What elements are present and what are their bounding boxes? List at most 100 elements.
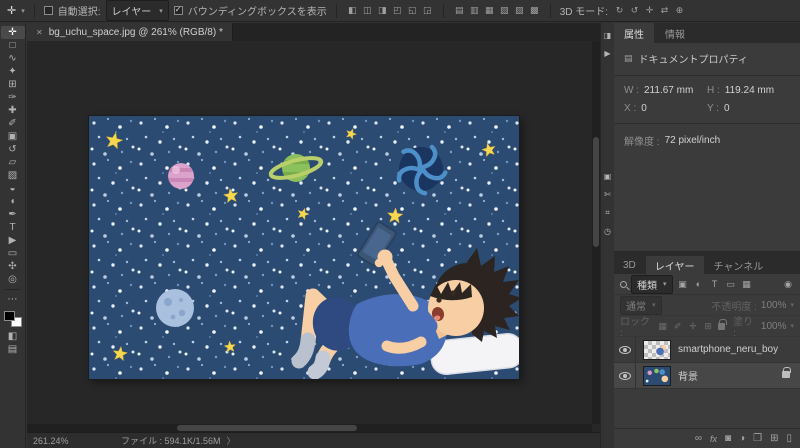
- tool-shape[interactable]: ▭: [1, 247, 25, 260]
- tool-history-brush[interactable]: ↺: [1, 143, 25, 156]
- layer-row-background[interactable]: 背景: [614, 363, 800, 389]
- new-layer-icon[interactable]: ⊞: [770, 433, 778, 444]
- tool-blur[interactable]: ◒: [1, 182, 25, 195]
- close-icon[interactable]: ✕: [36, 28, 43, 37]
- lock-transparency-icon[interactable]: ▦: [657, 321, 668, 332]
- tool-brush[interactable]: ✐: [1, 117, 25, 130]
- tab-properties[interactable]: 属性: [614, 23, 654, 43]
- color-swatches[interactable]: [3, 311, 22, 327]
- tool-quick-select[interactable]: ✦: [1, 65, 25, 78]
- align-top-icon[interactable]: ◰: [391, 5, 404, 16]
- collapsed-panel-icon-4[interactable]: ✄: [601, 190, 615, 199]
- tool-type[interactable]: T: [1, 221, 25, 234]
- vertical-scrollbar[interactable]: [592, 41, 600, 424]
- blend-mode-dropdown[interactable]: 通常 ▾: [620, 295, 662, 315]
- visibility-cell[interactable]: [614, 363, 636, 388]
- edit-toolbar-icon[interactable]: ⋯: [1, 293, 25, 306]
- layer-name[interactable]: 背景: [678, 368, 698, 383]
- filter-adjustment-icon[interactable]: ◐: [693, 279, 705, 289]
- tool-move[interactable]: ✛: [0, 26, 25, 39]
- filter-switch-icon[interactable]: ◉: [782, 279, 794, 290]
- lock-artboard-icon[interactable]: ⊞: [703, 321, 714, 332]
- layer-thumbnail[interactable]: [643, 365, 671, 386]
- zoom-level-field[interactable]: 261.24%: [33, 436, 79, 446]
- tab-channels[interactable]: チャンネル: [705, 256, 773, 274]
- collapsed-panel-icon-6[interactable]: ◷: [601, 227, 615, 236]
- tool-path-select[interactable]: ▶: [1, 234, 25, 247]
- canvas-artwork[interactable]: [89, 116, 519, 379]
- auto-select-checkbox[interactable]: [43, 6, 53, 15]
- fill-value[interactable]: 100%: [761, 321, 787, 332]
- show-bounding-box-checkbox[interactable]: [173, 5, 183, 15]
- tool-crop[interactable]: ⊞: [1, 78, 25, 91]
- visibility-cell[interactable]: [614, 337, 636, 362]
- align-middle-icon[interactable]: ◱: [406, 5, 419, 16]
- tool-dodge[interactable]: ◖: [1, 195, 25, 208]
- screen-mode-icon[interactable]: ▤: [1, 343, 25, 356]
- 3d-pan-icon[interactable]: ✛: [643, 5, 656, 16]
- filter-pixel-icon[interactable]: ▣: [677, 279, 689, 290]
- distribute-top-icon[interactable]: ▤: [453, 5, 466, 16]
- foreground-color-swatch[interactable]: [3, 311, 15, 321]
- 3d-slide-icon[interactable]: ⇄: [658, 5, 671, 16]
- new-group-icon[interactable]: ❐: [753, 433, 762, 444]
- tool-pen[interactable]: ✒: [1, 208, 25, 221]
- tool-healing-brush[interactable]: ✚: [1, 104, 25, 117]
- layer-row-smartphone-neru-boy[interactable]: smartphone_neru_boy: [614, 337, 800, 363]
- 3d-roll-icon[interactable]: ↺: [628, 5, 641, 16]
- distribute-bottom-icon[interactable]: ▦: [483, 5, 496, 16]
- tool-eraser[interactable]: ▱: [1, 156, 25, 169]
- eye-icon[interactable]: [618, 371, 631, 380]
- horizontal-scrollbar-thumb[interactable]: [177, 425, 357, 431]
- 3d-rotate-icon[interactable]: ↻: [613, 5, 626, 16]
- align-left-icon[interactable]: ◧: [346, 5, 359, 16]
- distribute-center-icon[interactable]: ▨: [513, 5, 526, 16]
- vertical-scrollbar-thumb[interactable]: [593, 137, 599, 247]
- quick-mask-icon[interactable]: ◧: [1, 330, 25, 343]
- collapsed-panel-icon-1[interactable]: ◨: [601, 31, 615, 40]
- collapsed-panel-icon-5[interactable]: ⌗: [601, 208, 615, 218]
- tool-marquee[interactable]: □: [1, 39, 25, 52]
- tool-clone-stamp[interactable]: ▣: [1, 130, 25, 143]
- document-tab[interactable]: ✕ bg_uchu_space.jpg @ 261% (RGB/8) *: [27, 23, 233, 41]
- opacity-value[interactable]: 100%: [761, 300, 787, 311]
- adjustment-layer-icon[interactable]: ◑: [739, 433, 745, 444]
- height-value[interactable]: 119.24 mm: [725, 85, 774, 96]
- link-layers-icon[interactable]: ∞: [695, 433, 702, 444]
- layer-thumbnail[interactable]: [643, 339, 671, 360]
- tool-hand[interactable]: ✣: [1, 260, 25, 273]
- distribute-left-icon[interactable]: ▧: [498, 5, 511, 16]
- tool-eyedropper[interactable]: ✑: [1, 91, 25, 104]
- horizontal-scrollbar[interactable]: [27, 424, 592, 432]
- align-right-icon[interactable]: ◨: [376, 5, 389, 16]
- distribute-right-icon[interactable]: ▩: [528, 5, 541, 16]
- tab-3d[interactable]: 3D: [614, 256, 645, 274]
- filter-smart-object-icon[interactable]: ▦: [741, 279, 753, 290]
- lock-pixels-icon[interactable]: ✐: [672, 321, 683, 332]
- canvas-pasteboard[interactable]: [27, 41, 600, 432]
- trash-icon[interactable]: ▯: [786, 433, 792, 444]
- align-bottom-icon[interactable]: ◲: [421, 5, 434, 16]
- current-tool-icon[interactable]: ✛: [7, 4, 16, 17]
- status-chevron-icon[interactable]: 〉: [227, 434, 236, 447]
- filter-type-layer-icon[interactable]: T: [709, 279, 721, 289]
- lock-all-icon[interactable]: [717, 318, 728, 330]
- collapsed-panel-icon-3[interactable]: ▣: [601, 172, 615, 181]
- 3d-scale-icon[interactable]: ⊕: [673, 5, 686, 16]
- resolution-value[interactable]: 72 pixel/inch: [665, 135, 721, 146]
- filter-type-dropdown[interactable]: 種類 ▾: [631, 274, 673, 294]
- collapsed-panel-icon-2[interactable]: ▶: [601, 49, 615, 58]
- tool-preset-caret-icon[interactable]: ▾: [21, 7, 25, 15]
- filter-shape-icon[interactable]: ▭: [725, 279, 737, 290]
- tool-zoom[interactable]: ◎: [1, 273, 25, 286]
- width-value[interactable]: 211.67 mm: [644, 85, 693, 96]
- eye-icon[interactable]: [618, 345, 631, 354]
- tab-info[interactable]: 情報: [655, 23, 695, 43]
- tool-gradient[interactable]: ▨: [1, 169, 25, 182]
- add-mask-icon[interactable]: ◙: [725, 433, 731, 444]
- lock-position-icon[interactable]: ✛: [687, 321, 698, 332]
- layer-style-icon[interactable]: fx: [710, 434, 717, 444]
- auto-select-target-dropdown[interactable]: レイヤー ▾: [105, 0, 169, 21]
- align-center-icon[interactable]: ◫: [361, 5, 374, 16]
- distribute-middle-icon[interactable]: ▥: [468, 5, 481, 16]
